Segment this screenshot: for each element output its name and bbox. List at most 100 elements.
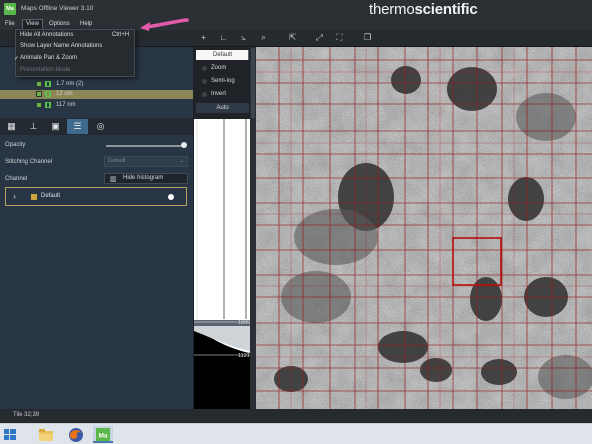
app-badge-text: Ma [98, 433, 107, 440]
opacity-label: Opacity [5, 142, 26, 148]
pointer-arrow-icon [140, 18, 189, 31]
zoom-option[interactable]: Zoom [196, 63, 249, 74]
presentation-mode-item[interactable]: Presentation Mode [20, 67, 70, 73]
option-label: Semi-log [211, 78, 235, 84]
cell-nucleus [508, 177, 544, 221]
em-image[interactable] [256, 47, 592, 409]
win-logo-bl [4, 435, 9, 440]
scrollbar-thumb[interactable] [251, 48, 255, 118]
os-taskbar: Ma [0, 423, 592, 444]
menu-file[interactable]: File [2, 20, 18, 29]
tile-grid-icon [45, 81, 51, 87]
option-label: Invert [211, 91, 227, 97]
stitching-channel-select[interactable]: Default ⌄ [104, 156, 188, 167]
checkbox-icon[interactable] [36, 81, 42, 87]
layer-item-selected[interactable]: 12 nm [0, 90, 193, 99]
animate-pan-zoom-label: Animate Pan & Zoom [20, 55, 78, 61]
zoom-fit-icon[interactable]: ⤢ [314, 32, 325, 43]
channel-label: Channel [5, 176, 28, 182]
firefox-icon[interactable] [66, 426, 86, 443]
align-icon[interactable]: ⊥ [23, 119, 44, 134]
brand-part2: scientific [414, 1, 478, 18]
layer-name: 12 nm [56, 91, 73, 97]
radio-icon[interactable] [202, 79, 207, 84]
radio-icon[interactable] [202, 92, 207, 97]
folder-front [39, 434, 53, 441]
view-menu-dropdown: Hide All Annotations Ctrl+H Show Layer N… [14, 29, 135, 77]
option-label: Zoom [211, 65, 227, 71]
channel-item[interactable]: › Default [5, 187, 187, 206]
checkbox-icon[interactable] [36, 102, 42, 108]
checkbox-icon[interactable] [36, 91, 42, 97]
measure-ruler-icon[interactable]: ∟ [218, 32, 229, 43]
stitching-channel-label: Stitching Channel [5, 159, 53, 165]
cytoplasm-region [516, 93, 576, 141]
property-tabs: ▦ ⊥ ▣ ☰ ◎ [0, 118, 193, 135]
grid-icon[interactable]: ▦ [1, 119, 22, 134]
opacity-slider-track[interactable] [106, 145, 184, 147]
stitching-channel-value: Default [108, 158, 126, 164]
brand-part1: thermo [369, 1, 415, 18]
title-bar: Ma Maps Offline Viewer 3.10 thermoscient… [0, 0, 592, 18]
maps-viewer-taskbar-button[interactable]: Ma [93, 426, 113, 443]
win-logo-br [10, 435, 16, 440]
win-logo-tr [10, 429, 16, 434]
cytoplasm-region [538, 355, 592, 399]
left-panel: 1.7 nm (2) 12 nm 117 nm [0, 47, 193, 409]
search-icon[interactable]: ⌕ [258, 32, 269, 43]
window-title: Maps Offline Viewer 3.10 [21, 5, 94, 12]
channel-color-checkbox[interactable] [31, 194, 37, 200]
cell-nucleus [470, 277, 502, 321]
tile-grid-icon [45, 91, 51, 97]
hide-all-annotations-item[interactable]: Hide All Annotations [20, 32, 73, 38]
histogram-icon: ▥ [110, 176, 117, 183]
preset-select[interactable]: Default [196, 50, 249, 60]
windows-start-icon[interactable] [2, 427, 18, 442]
status-bar: Tile 32;39 [0, 409, 592, 423]
hide-histogram-label: Hide histogram [123, 175, 164, 181]
menu-view[interactable]: View [22, 19, 43, 30]
layer-item[interactable]: 117 nm [0, 101, 193, 110]
app-icon: Ma [4, 3, 16, 15]
layer-item[interactable]: 1.7 nm (2) [0, 80, 193, 89]
image-viewer[interactable] [256, 47, 592, 409]
cytoplasm-region [294, 209, 378, 265]
semilog-option[interactable]: Semi-log [196, 76, 249, 87]
show-layer-names-item[interactable]: Show Layer Name Annotations [20, 43, 102, 49]
status-text: Tile 32;39 [13, 412, 40, 418]
channel-color-dot[interactable] [168, 194, 174, 200]
sliders-icon[interactable]: ☰ [67, 119, 88, 134]
add-icon[interactable]: + [198, 32, 209, 43]
hide-all-shortcut: Ctrl+H [112, 32, 130, 38]
radio-icon[interactable] [202, 66, 207, 71]
menu-options[interactable]: Options [46, 20, 73, 29]
layers-icon[interactable]: ❐ [362, 32, 373, 43]
file-explorer-icon[interactable] [36, 426, 56, 443]
histogram-chart[interactable] [194, 119, 250, 409]
image-icon[interactable]: ▣ [45, 119, 66, 134]
preset-value: Default [212, 52, 232, 58]
check-icon: ✓ [14, 56, 20, 62]
brand-logo: thermoscientific [369, 1, 478, 18]
channel-name: Default [41, 193, 61, 199]
export-icon[interactable]: ⇱ [287, 32, 298, 43]
chevron-right-icon[interactable]: › [13, 191, 16, 201]
win-logo-tl [4, 429, 9, 434]
menu-help[interactable]: Help [77, 20, 95, 29]
fullscreen-icon[interactable]: ⛶ [334, 32, 345, 43]
invert-option[interactable]: Invert [196, 89, 249, 100]
histogram-panel: Default Zoom Semi-log Invert Auto 18956 … [194, 47, 256, 409]
cell-nucleus [391, 66, 421, 94]
hide-histogram-button[interactable]: ▥ Hide histogram [104, 173, 188, 184]
folder-tab [39, 429, 45, 432]
opacity-slider-thumb[interactable] [181, 142, 187, 148]
layer-name: 117 nm [56, 102, 76, 108]
angle-icon[interactable]: ⦣ [238, 32, 249, 43]
animate-pan-zoom-item[interactable]: ✓ Animate Pan & Zoom [14, 55, 78, 62]
layer-name: 1.7 nm (2) [56, 81, 84, 87]
compass-icon[interactable]: ◎ [90, 119, 111, 134]
auto-button[interactable]: Auto [196, 103, 249, 113]
divider [248, 50, 249, 60]
cell-nucleus [481, 359, 517, 385]
hist-low-band [194, 354, 250, 409]
